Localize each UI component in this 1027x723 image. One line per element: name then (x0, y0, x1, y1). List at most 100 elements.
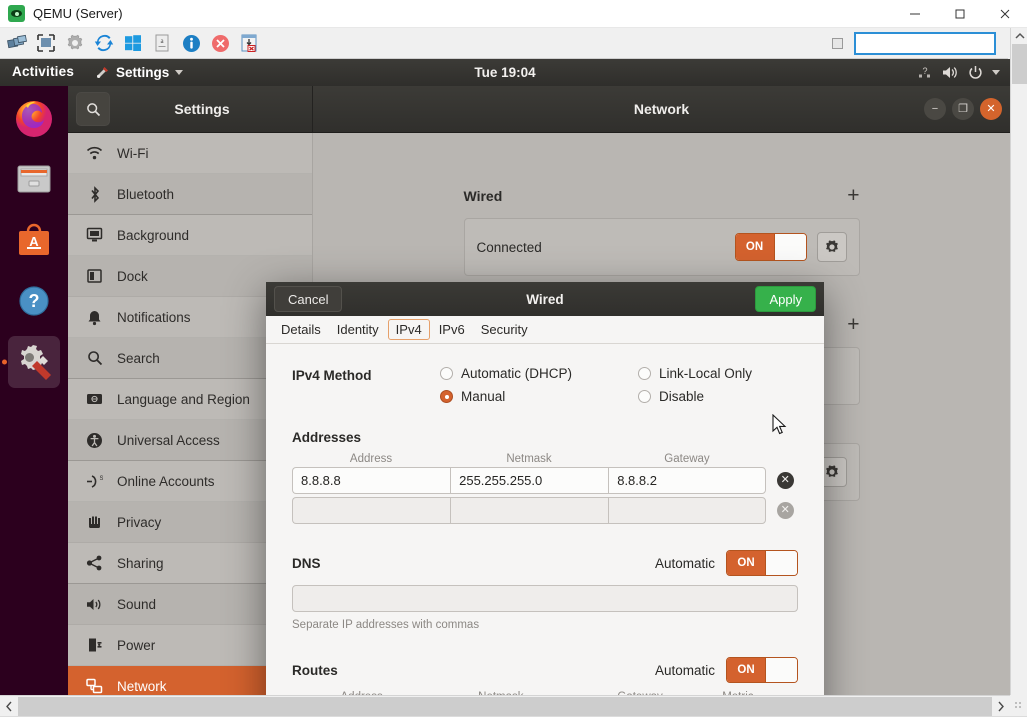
gear-icon[interactable] (817, 232, 847, 262)
vertical-scrollbar[interactable] (1010, 28, 1027, 695)
app-menu-label: Settings (116, 65, 169, 80)
qemu-minimize-button[interactable] (892, 0, 937, 28)
app-menu-settings[interactable]: Settings (84, 59, 193, 86)
scrollbar-thumb[interactable] (1012, 44, 1027, 84)
settings-close-button[interactable]: ✕ (980, 98, 1002, 120)
tab-security[interactable]: Security (474, 320, 535, 339)
dns-input[interactable] (292, 585, 798, 612)
add-wired-button[interactable]: + (847, 185, 859, 206)
window-bottom-edge (0, 716, 1027, 723)
settings-header-left: Settings (68, 86, 313, 132)
dock-item-files[interactable] (8, 153, 60, 205)
ipv4-method-radios: Automatic (DHCP) Manual Link-Local Only (440, 366, 798, 404)
firefox-icon (12, 96, 56, 140)
resize-grip[interactable] (1010, 695, 1027, 717)
power-icon (968, 65, 983, 80)
ipv4-method-row: IPv4 Method Automatic (DHCP) Manual (292, 366, 798, 404)
mouse-cursor (772, 414, 788, 436)
scrollbar-thumb[interactable] (18, 697, 992, 717)
qemu-close-button[interactable] (982, 0, 1027, 28)
table-row: ✕ (292, 497, 798, 524)
radio-label: Manual (461, 389, 505, 404)
table-row: 8.8.8.8 255.255.255.0 8.8.8.2 ✕ (292, 467, 798, 494)
add-second-button[interactable]: + (847, 314, 859, 335)
settings-window-controls: − ❐ ✕ (924, 98, 1010, 120)
netmask-cell[interactable] (450, 497, 608, 524)
fullscreen-icon[interactable] (33, 30, 59, 56)
gateway-cell[interactable]: 8.8.8.2 (608, 467, 766, 494)
radio-label: Automatic (DHCP) (461, 366, 572, 381)
settings-sidebar-title: Settings (110, 101, 294, 117)
gateway-cell[interactable] (608, 497, 766, 524)
settings-maximize-button[interactable]: ❐ (952, 98, 974, 120)
horizontal-scrollbar[interactable] (0, 695, 1010, 717)
activities-button[interactable]: Activities (0, 59, 84, 86)
routes-section-row: Routes Automatic ON (292, 657, 798, 683)
scrollbar-up-arrow[interactable] (1011, 28, 1027, 44)
netmask-cell[interactable]: 255.255.255.0 (450, 467, 608, 494)
scrollbar-left-arrow[interactable] (0, 696, 18, 718)
apply-button[interactable]: Apply (755, 286, 816, 312)
sidebar-item-label: Background (117, 228, 189, 243)
wired-toggle[interactable]: ON (735, 233, 807, 261)
windows-start-icon[interactable] (120, 30, 146, 56)
online-accounts-icon: S (86, 473, 103, 490)
connection-status: Connected (477, 240, 542, 255)
address-cell[interactable]: 8.8.8.8 (292, 467, 450, 494)
addresses-section-row: Addresses (292, 430, 798, 445)
svg-text:?: ? (922, 66, 927, 76)
tab-ipv6[interactable]: IPv6 (432, 320, 472, 339)
dock-item-settings[interactable] (8, 336, 60, 388)
sidebar-item-label: Sound (117, 597, 156, 612)
settings-minimize-button[interactable]: − (924, 98, 946, 120)
radio-link-local-only[interactable]: Link-Local Only (638, 366, 752, 381)
toggle-knob (765, 658, 797, 682)
chevron-down-icon (175, 70, 183, 75)
routes-title: Routes (292, 663, 338, 678)
routes-automatic-toggle[interactable]: ON (726, 657, 798, 683)
qemu-address-input[interactable] (854, 32, 996, 55)
search-icon[interactable] (76, 92, 110, 126)
toolbar-checkbox[interactable] (832, 38, 843, 49)
toggle-knob (765, 551, 797, 575)
refresh-icon[interactable] (91, 30, 117, 56)
sidebar-item-background[interactable]: Background (68, 215, 312, 256)
radio-indicator (638, 390, 651, 403)
address-cell[interactable] (292, 497, 450, 524)
page-title: Network (313, 101, 1010, 117)
wired-connection-card: Connected ON (464, 218, 860, 276)
scrollbar-right-arrow[interactable] (992, 696, 1010, 718)
qemu-maximize-button[interactable] (937, 0, 982, 28)
sidebar-item-label: Sharing (117, 556, 164, 571)
tab-identity[interactable]: Identity (330, 320, 386, 339)
radio-indicator (638, 367, 651, 380)
tab-details[interactable]: Details (274, 320, 328, 339)
settings-gear-icon[interactable] (62, 30, 88, 56)
sidebar-item-label: Privacy (117, 515, 161, 530)
status-area[interactable]: ? (918, 59, 1010, 86)
radio-label: Link-Local Only (659, 366, 752, 381)
close-tab-icon[interactable] (236, 30, 262, 56)
dialog-header: Cancel Wired Apply (266, 282, 824, 316)
delete-circle-icon[interactable]: ✕ (772, 497, 798, 524)
info-icon[interactable] (178, 30, 204, 56)
ubuntu-dock: A ? (0, 86, 68, 695)
radio-disable[interactable]: Disable (638, 389, 752, 404)
volume-icon (942, 65, 959, 80)
dock-item-help[interactable]: ? (8, 275, 60, 327)
tab-ipv4[interactable]: IPv4 (388, 319, 430, 340)
dock-item-firefox[interactable] (8, 92, 60, 144)
disconnect-icon[interactable] (207, 30, 233, 56)
radio-manual[interactable]: Manual (440, 389, 638, 404)
sidebar-item-wifi[interactable]: Wi-Fi (68, 133, 312, 174)
sidebar-item-bluetooth[interactable]: Bluetooth (68, 174, 312, 215)
accessibility-icon (86, 432, 103, 449)
dns-automatic-toggle[interactable]: ON (726, 550, 798, 576)
dock-item-ubuntu-software[interactable]: A (8, 214, 60, 266)
addresses-title: Addresses (292, 430, 361, 445)
send-key-icon[interactable]: a (149, 30, 175, 56)
delete-circle-icon[interactable]: ✕ (772, 467, 798, 494)
radio-automatic-dhcp[interactable]: Automatic (DHCP) (440, 366, 638, 381)
qemu-titlebar: QEMU (Server) (0, 0, 1027, 28)
screens-icon[interactable] (4, 30, 30, 56)
